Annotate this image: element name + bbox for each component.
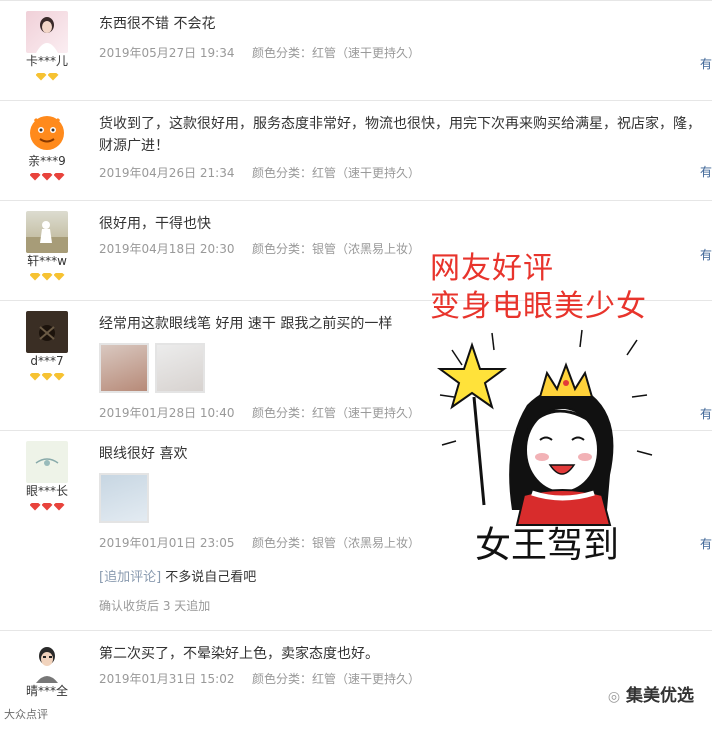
sku-info: 颜色分类：红管（速干更持久） xyxy=(252,46,421,60)
diamond-icon xyxy=(41,272,53,281)
queen-sticker: 女王驾到 xyxy=(432,325,662,566)
diamond-icon xyxy=(41,372,53,381)
reply-link[interactable]: 有 xyxy=(700,535,712,552)
review-date: 2019年04月26日 21:34 xyxy=(99,166,235,180)
review-date: 2019年01月31日 15:02 xyxy=(99,672,235,686)
username: 亲***9 xyxy=(28,154,66,168)
heart-icon xyxy=(53,502,65,511)
user-block: 卡***儿 xyxy=(18,11,76,82)
username: 眼***长 xyxy=(25,484,68,498)
review-item: 卡***儿 东西很不错 不会花 2019年05月27日 19:34 颜色分类：红管… xyxy=(0,0,712,101)
sku-info: 颜色分类：银管（浓黑易上妆） xyxy=(252,242,421,256)
review-date: 2019年04月18日 20:30 xyxy=(99,242,235,256)
review-item: 晴***全 第二次买了，不晕染好上色，卖家态度也好。 2019年01月31日 1… xyxy=(0,631,712,730)
avatar[interactable] xyxy=(26,311,68,353)
append-tag: [追加评论] xyxy=(99,570,162,585)
heart-icon xyxy=(29,502,41,511)
diamond-icon xyxy=(29,272,41,281)
review-content: 东西很不错 不会花 2019年05月27日 19:34 颜色分类：红管（速干更持久… xyxy=(99,1,704,61)
append-meta: 确认收货后 3 天追加 xyxy=(99,599,211,613)
sku-info: 颜色分类：红管（速干更持久） xyxy=(252,406,421,420)
sku-info: 颜色分类：红管（速干更持久） xyxy=(252,166,421,180)
review-photo[interactable] xyxy=(99,343,149,393)
review-text: 东西很不错 不会花 xyxy=(99,16,216,32)
username: 轩***w xyxy=(27,254,67,268)
reply-link[interactable]: 有 xyxy=(700,163,712,180)
wechat-icon: ◎ xyxy=(607,689,621,705)
reply-link[interactable]: 有 xyxy=(700,246,712,263)
review-content: 很好用，干得也快 2019年04月18日 20:30 颜色分类：银管（浓黑易上妆） xyxy=(99,201,704,257)
review-date: 2019年01月28日 10:40 xyxy=(99,406,235,420)
sticker-caption: 女王驾到 xyxy=(475,525,619,565)
review-photo[interactable] xyxy=(155,343,205,393)
append-text: 不多说自己看吧 xyxy=(165,570,257,585)
watermark-text: 集美优选 xyxy=(626,686,694,706)
user-level-badges xyxy=(18,170,76,182)
diamond-icon xyxy=(35,72,47,81)
user-block: 轩***w xyxy=(18,211,76,282)
diamond-icon xyxy=(53,272,65,281)
reply-link[interactable]: 有 xyxy=(700,55,712,72)
review-meta: 2019年05月27日 19:34 颜色分类：红管（速干更持久） xyxy=(99,45,704,61)
username: d***7 xyxy=(30,354,64,368)
avatar[interactable] xyxy=(26,11,68,53)
review-item: 亲***9 货收到了，这款很好用，服务态度非常好，物流也很快，用完下次再来购买给… xyxy=(0,101,712,201)
avatar[interactable] xyxy=(26,441,68,483)
review-text: 很好用，干得也快 xyxy=(99,216,211,232)
avatar[interactable] xyxy=(26,211,68,253)
review-photo[interactable] xyxy=(99,473,149,523)
user-block: 眼***长 xyxy=(18,441,76,512)
heart-icon xyxy=(29,172,41,181)
user-level-badges xyxy=(18,70,76,82)
diamond-icon xyxy=(29,372,41,381)
heart-icon xyxy=(53,172,65,181)
append-review: [追加评论] 不多说自己看吧 xyxy=(99,569,704,587)
overlay-title: 网友好评 变身电眼美少女 xyxy=(430,250,647,326)
review-content: 第二次买了，不晕染好上色，卖家态度也好。 2019年01月31日 15:02 颜色… xyxy=(99,631,704,687)
overlay-line-1: 网友好评 xyxy=(430,251,554,286)
watermark-left: 大众点评 xyxy=(4,708,48,721)
user-block: 晴***全 xyxy=(18,641,76,698)
diamond-icon xyxy=(53,372,65,381)
review-text: 第二次买了，不晕染好上色，卖家态度也好。 xyxy=(99,646,379,662)
review-text: 货收到了，这款很好用，服务态度非常好，物流也很快，用完下次再来购买给满星，祝店家… xyxy=(99,116,701,154)
avatar[interactable] xyxy=(26,111,68,153)
user-block: 亲***9 xyxy=(18,111,76,182)
heart-icon xyxy=(41,502,53,511)
heart-icon xyxy=(41,172,53,181)
reply-link[interactable]: 有 xyxy=(700,405,712,422)
overlay-line-2: 变身电眼美少女 xyxy=(430,289,647,324)
review-content: 货收到了，这款很好用，服务态度非常好，物流也很快，用完下次再来购买给满星，祝店家… xyxy=(99,101,704,181)
watermark-brand: ◎ 集美优选 xyxy=(608,681,694,706)
username: 晴***全 xyxy=(25,684,68,698)
username: 卡***儿 xyxy=(25,54,68,68)
user-level-badges xyxy=(18,370,76,382)
sku-info: 颜色分类：银管（浓黑易上妆） xyxy=(252,536,421,550)
avatar[interactable] xyxy=(26,641,68,683)
sku-info: 颜色分类：红管（速干更持久） xyxy=(252,672,421,686)
user-level-badges xyxy=(18,500,76,512)
review-meta: 2019年04月26日 21:34 颜色分类：红管（速干更持久） xyxy=(99,165,704,181)
user-block: d***7 xyxy=(18,311,76,382)
review-date: 2019年01月01日 23:05 xyxy=(99,536,235,550)
user-level-badges xyxy=(18,270,76,282)
review-date: 2019年05月27日 19:34 xyxy=(99,46,235,60)
diamond-icon xyxy=(47,72,59,81)
